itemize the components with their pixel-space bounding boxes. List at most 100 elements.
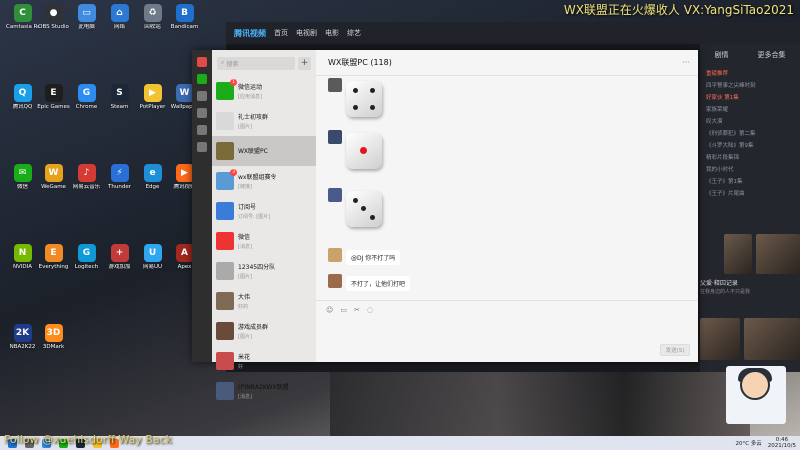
conversation-item[interactable]: 游戏成员群 [图片]: [212, 316, 316, 346]
wechat-sidebar: [192, 50, 212, 362]
conversation-item[interactable]: 12345四分队 [图片]: [212, 256, 316, 286]
chat-history-icon[interactable]: ◌: [367, 306, 373, 314]
sender-avatar[interactable]: [328, 188, 342, 202]
conversation-item[interactable]: 订阅号 订阅号: [图片]: [212, 196, 316, 226]
send-button[interactable]: 发送(S): [660, 344, 690, 356]
clock-date: 2021/10/5: [767, 443, 796, 449]
desktop-icon[interactable]: G Chrome: [70, 84, 103, 111]
conversation-item[interactable]: (P)NBA2KWX联盟 [消息]: [212, 376, 316, 406]
recommend-item[interactable]: 我的小时代: [706, 164, 794, 176]
panel-tab-more[interactable]: 更多合集: [758, 50, 786, 60]
conversation-preview: [图片]: [238, 334, 252, 340]
app-icon: E: [44, 84, 63, 102]
user-avatar[interactable]: [197, 57, 207, 67]
more-options-icon[interactable]: ···: [682, 58, 690, 67]
recommend-item[interactable]: 四平警事之尖峰时刻: [706, 80, 794, 92]
desktop-icon[interactable]: S Steam: [103, 84, 136, 111]
desktop-icon-label: 游戏加加: [108, 264, 131, 270]
contacts-icon[interactable]: [197, 91, 207, 101]
sender-avatar[interactable]: [328, 130, 342, 144]
conversation-item[interactable]: 大伟 好的: [212, 286, 316, 316]
message-bubble[interactable]: @DJ 你不打了吗: [346, 250, 401, 265]
desktop-icon[interactable]: ● OBS Studio: [37, 4, 70, 31]
desktop-icon-label: Everything: [38, 264, 69, 270]
sender-avatar[interactable]: [328, 78, 342, 92]
video-thumbnail[interactable]: [700, 318, 740, 360]
clock[interactable]: 0:46 2021/10/5: [768, 437, 796, 449]
conversation-preview: [图片]: [238, 124, 252, 130]
video-thumbnail[interactable]: [744, 318, 800, 360]
dice-message: [328, 130, 382, 169]
conversation-item[interactable]: 1 微信运动 [应用消息]: [212, 76, 316, 106]
recommend-item[interactable]: 《王子》第1集: [706, 176, 794, 188]
conversation-item[interactable]: 米花好: [212, 346, 316, 376]
video-thumbnail[interactable]: [724, 234, 752, 274]
video-nav-1[interactable]: 首页: [274, 28, 288, 38]
folder-icon[interactable]: [197, 125, 207, 135]
panel-tab-plot[interactable]: 剧情: [715, 50, 729, 60]
conversation-item[interactable]: 微信 [消息]: [212, 226, 316, 256]
moments-icon[interactable]: [197, 142, 207, 152]
scissors-icon[interactable]: ✂: [354, 306, 360, 314]
recommend-item[interactable]: 《王子》片尾曲: [706, 188, 794, 200]
app-icon: Q: [13, 84, 32, 102]
recommend-item[interactable]: 叹大漠: [706, 116, 794, 128]
desktop-icon[interactable]: ♻ 回收站: [136, 4, 169, 31]
video-nav-3[interactable]: 电影: [325, 28, 339, 38]
conversation-item[interactable]: WX联盟PC: [212, 136, 316, 166]
video-thumbnail[interactable]: [756, 234, 800, 274]
recommend-item[interactable]: 《斗罗大陆》第9集: [706, 140, 794, 152]
app-icon: S: [110, 84, 129, 102]
desktop-icon[interactable]: U 网易UU: [136, 244, 169, 271]
desktop-icon[interactable]: ▭ 此电脑: [70, 4, 103, 31]
conversation-preview: [应用消息]: [238, 94, 262, 100]
desktop-icon[interactable]: + 游戏加加: [103, 244, 136, 271]
desktop-icon[interactable]: ⌂ 网络: [103, 4, 136, 31]
desktop-icon[interactable]: ✉ 微信: [6, 164, 39, 191]
thumb-caption: 父爱·释囚记录: [700, 280, 738, 287]
wechat-window[interactable]: ⌕ 搜索 + 1 微信运动 [应用消息] 礼士初攻群 [图片] WX联盟PC 3 wx联盟组赛…: [192, 50, 698, 400]
desktop-icon[interactable]: ⚡ Thunder: [103, 164, 136, 191]
desktop-icon-label: 3DMark: [42, 344, 65, 350]
desktop-icon-label: Edge: [145, 184, 160, 190]
file-icon[interactable]: ▭: [340, 306, 347, 314]
conversation-item[interactable]: 礼士初攻群 [图片]: [212, 106, 316, 136]
app-icon: ⚡: [110, 164, 129, 182]
emoji-icon[interactable]: ☺: [326, 306, 333, 314]
video-nav-2[interactable]: 电视剧: [296, 28, 317, 38]
desktop-icon[interactable]: E Everything: [37, 244, 70, 271]
conversation-name: 微信: [238, 234, 251, 241]
recommend-item[interactable]: 精彩片段集锦: [706, 152, 794, 164]
desktop-icon[interactable]: ▶ PotPlayer: [136, 84, 169, 111]
desktop-icon[interactable]: e Edge: [136, 164, 169, 191]
recommend-item[interactable]: 《刑侦罪犯》第二集: [706, 128, 794, 140]
desktop-icon[interactable]: N NVIDIA: [6, 244, 39, 271]
desktop-icon[interactable]: 2K NBA2K22: [6, 324, 39, 351]
favorites-icon[interactable]: [197, 108, 207, 118]
sender-avatar[interactable]: [328, 248, 342, 262]
desktop-icon[interactable]: B Bandicam: [168, 4, 201, 31]
app-icon: 3D: [44, 324, 63, 342]
recommend-item[interactable]: 好家伙 第1集: [706, 92, 794, 104]
sender-avatar[interactable]: [328, 274, 342, 288]
desktop-icon[interactable]: Q 腾讯QQ: [6, 84, 39, 111]
video-nav-4[interactable]: 综艺: [347, 28, 361, 38]
desktop-icon[interactable]: E Epic Games: [37, 84, 70, 111]
desktop-icon[interactable]: G Logitech: [70, 244, 103, 271]
conversation-avatar: [216, 352, 234, 370]
message-input-area[interactable]: ☺ ▭ ✂ ◌ 发送(S): [316, 300, 698, 362]
desktop-icon[interactable]: C Camtasia Recorder: [6, 4, 39, 31]
desktop-icon[interactable]: 3D 3DMark: [37, 324, 70, 351]
app-icon: ▭: [77, 4, 96, 22]
conversation-avatar: [216, 142, 234, 160]
conversation-item[interactable]: 3 wx联盟组赛令 [链接]: [212, 166, 316, 196]
chat-icon[interactable]: [197, 74, 207, 84]
add-button[interactable]: +: [298, 56, 311, 70]
weather-label[interactable]: 20°C 多云: [735, 439, 761, 447]
search-input[interactable]: ⌕ 搜索: [217, 56, 295, 70]
desktop-icon[interactable]: ♪ 网易云音乐: [70, 164, 103, 191]
recommend-item[interactable]: 家族荣耀: [706, 104, 794, 116]
dice-icon: [346, 191, 382, 227]
desktop-icon[interactable]: W WeGame: [37, 164, 70, 191]
message-bubble[interactable]: 不打了，让他们打吧: [346, 276, 411, 291]
